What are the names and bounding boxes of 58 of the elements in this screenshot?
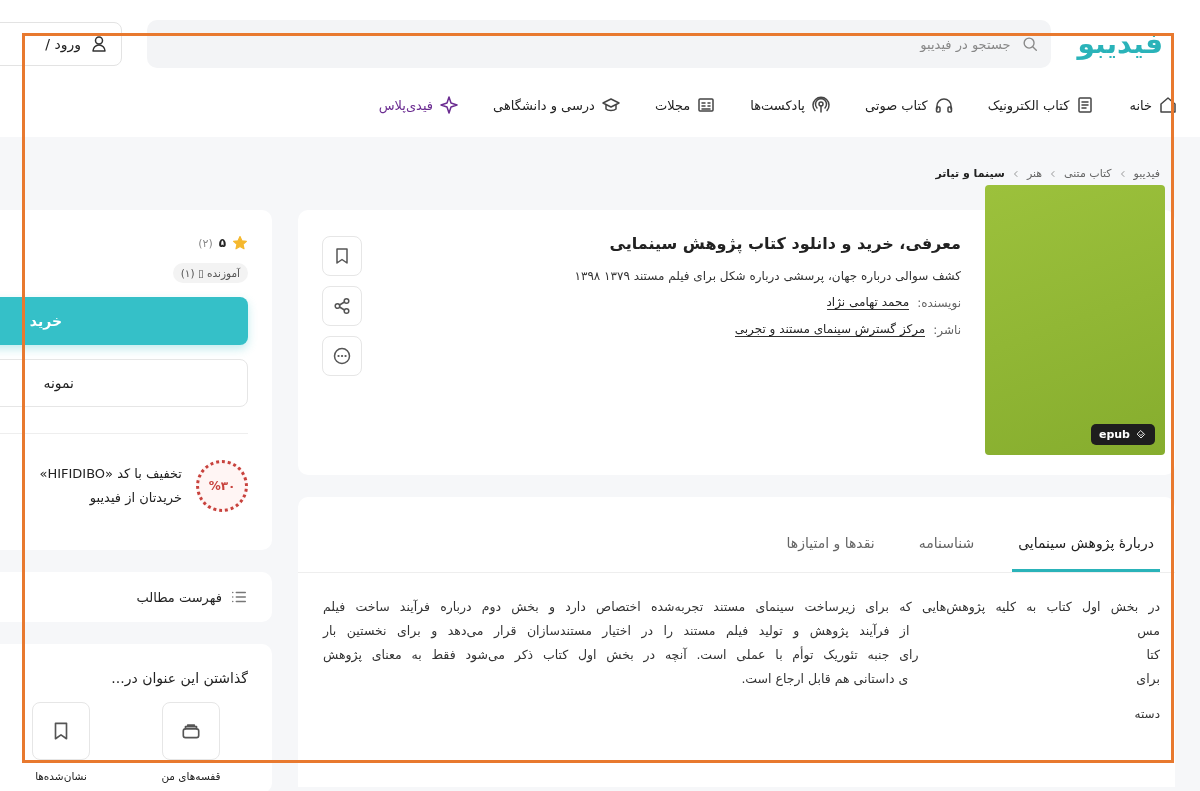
option-label: قفسه‌های من bbox=[161, 770, 221, 782]
house-icon bbox=[1158, 95, 1178, 115]
star-icon bbox=[232, 235, 248, 251]
description-text: از فرآیند پژوهش و تولید فیلم مستند را در اختیار مستندسازان قرار می‌دهد و برای نخستین بار bbox=[323, 622, 910, 641]
breadcrumb-link[interactable]: کتاب متنی bbox=[1064, 167, 1112, 180]
shelves-button[interactable] bbox=[162, 702, 220, 760]
save-title: گذاشتن این عنوان در... bbox=[110, 670, 248, 686]
rating-value: ۵ bbox=[218, 236, 226, 250]
book-title: معرفی، خرید و دانلود کتاب پژوهش سینمایی bbox=[608, 234, 961, 253]
author-link[interactable]: محمد تهامی نژاد bbox=[826, 295, 910, 310]
discount-text: خریدتان از فیدیبو bbox=[88, 489, 182, 508]
rating-count: (۲) bbox=[198, 236, 213, 250]
publisher-label: ناشر: bbox=[933, 322, 961, 337]
nav-link[interactable]: کتاب الکترونیک bbox=[987, 95, 1096, 115]
nav-link[interactable]: مجلات bbox=[654, 95, 717, 115]
search-field[interactable]: جستجو در فیدیبو bbox=[147, 20, 1051, 68]
headphones-icon bbox=[933, 95, 954, 115]
format-badge: epub bbox=[1090, 424, 1155, 445]
bookmark-button[interactable] bbox=[322, 236, 362, 276]
tab[interactable]: نقدها و امتیازها bbox=[780, 534, 881, 572]
nav-link[interactable]: کتاب صوتی bbox=[865, 95, 954, 115]
more-icon bbox=[332, 346, 352, 366]
publisher-link[interactable]: مرکز گسترش سینمای مستند و تجربی bbox=[734, 322, 926, 337]
table-of-contents-button[interactable]: فهرست مطالب bbox=[0, 572, 272, 622]
book-cover[interactable]: epub bbox=[985, 185, 1165, 455]
nav-link[interactable]: درسی و دانشگاهی bbox=[493, 95, 621, 115]
podcast-icon bbox=[811, 95, 831, 115]
sparkle-icon bbox=[439, 95, 460, 115]
description-text: کتا bbox=[1146, 646, 1160, 664]
share-icon bbox=[332, 296, 352, 316]
review-tag[interactable]: آموزنده ▯ (۱) bbox=[172, 263, 248, 283]
discount-text: تخفیف با کد «HIFIDIBO» bbox=[39, 465, 182, 483]
user-icon bbox=[89, 34, 109, 54]
description-text: رای جنبه تئوریک توأم با عملی است. آنچه در بخش اول کتاب ذکر می‌شود فقط به معنای پژوهش bbox=[323, 645, 919, 665]
author-label: نویسنده: bbox=[917, 295, 961, 310]
breadcrumb-link[interactable]: فیدیبو bbox=[1133, 167, 1160, 180]
discount-badge: %۳۰ bbox=[196, 460, 248, 512]
tab[interactable]: شناسنامه bbox=[912, 534, 981, 572]
option-label: نشان‌شده‌ها bbox=[35, 770, 87, 782]
nav-link[interactable]: فیدی‌پلاس bbox=[378, 95, 460, 115]
share-button[interactable] bbox=[322, 286, 362, 326]
breadcrumb-link[interactable]: هنر bbox=[1026, 167, 1043, 180]
table-of-contents-label: فهرست مطالب bbox=[136, 589, 222, 605]
category-label: دسته bbox=[1133, 707, 1160, 721]
login-button[interactable]: ورود / bbox=[0, 22, 122, 66]
description-text: برای bbox=[1136, 670, 1160, 689]
description-text: در بخش اول کتاب به کلیه پژوهش‌هایی که برای زیرساخت سینمای مستند تجربه‌شده اختصاص دارد و بخش دوم درباره فرآیند ساخت فیلم bbox=[323, 598, 1160, 617]
description-text: ی داستانی هم قابل ارجاع است. bbox=[740, 670, 909, 689]
magazine-icon bbox=[696, 95, 717, 115]
book-subtitle: کشف سوالی درباره جهان، پرسشی درباره شکل برای فیلم مستند ۱۳۷۹ ۱۳۹۸ bbox=[573, 269, 961, 283]
description-text: مس bbox=[1137, 622, 1160, 641]
nav-link[interactable]: خانه bbox=[1129, 95, 1178, 115]
sample-button[interactable]: نمونه bbox=[0, 359, 248, 407]
nav-link[interactable]: پادکست‌ها bbox=[750, 95, 831, 115]
diamond-icon bbox=[1135, 428, 1147, 441]
more-button[interactable] bbox=[322, 336, 362, 376]
breadcrumb-link[interactable]: سینما و تیاتر bbox=[935, 167, 1005, 180]
tab[interactable]: دربارهٔ پژوهش سینمایی bbox=[1012, 534, 1160, 572]
